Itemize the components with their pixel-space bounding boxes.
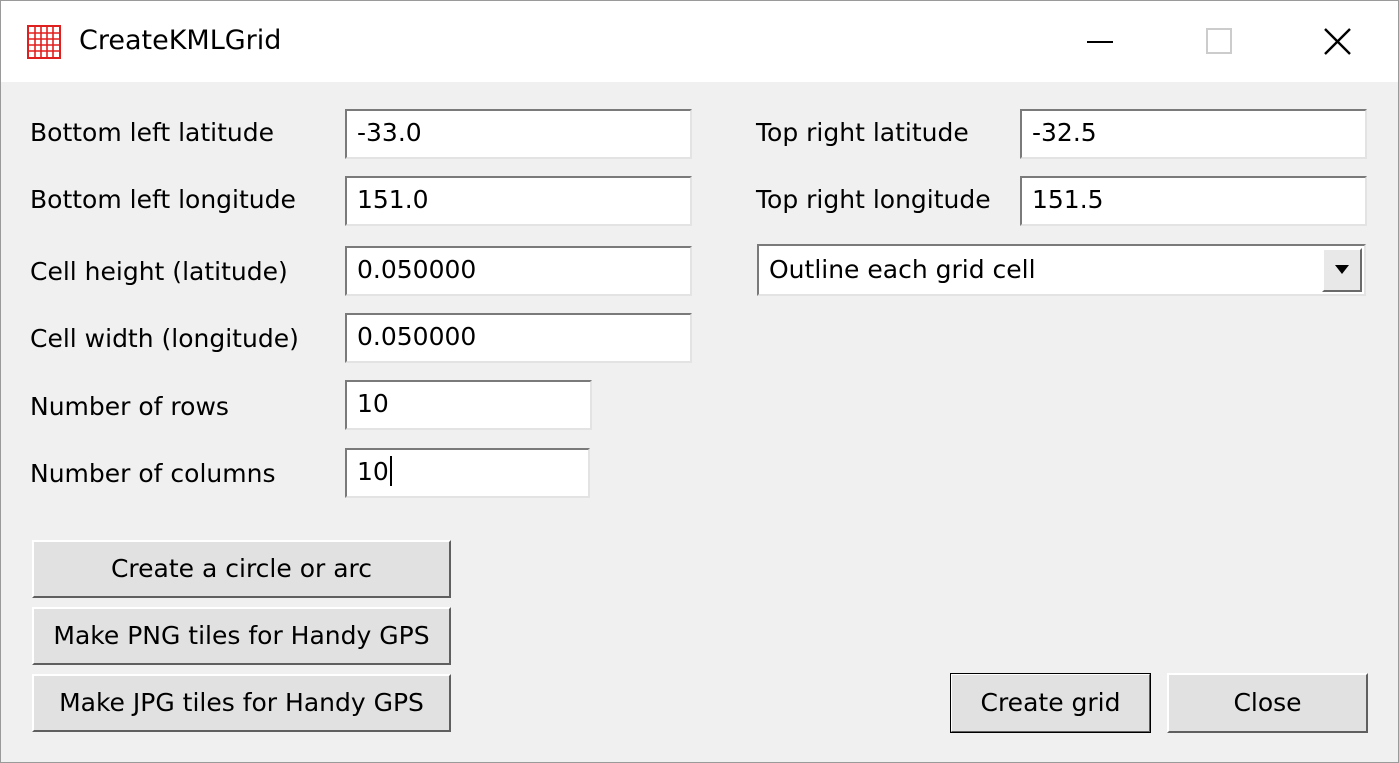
number-of-rows-label: Number of rows <box>30 392 229 421</box>
cell-height-input[interactable]: 0.050000 <box>345 246 692 296</box>
number-of-rows-input[interactable]: 10 <box>345 380 592 430</box>
grid-style-select[interactable]: Outline each grid cell <box>757 244 1366 296</box>
close-label: Close <box>1233 688 1302 717</box>
grid-style-selected: Outline each grid cell <box>769 255 1036 284</box>
bottom-left-latitude-input[interactable]: -33.0 <box>345 109 692 159</box>
number-of-columns-input[interactable]: 10 <box>345 448 590 498</box>
title-bar[interactable]: CreateKMLGrid <box>1 1 1398 82</box>
make-png-tiles-label: Make PNG tiles for Handy GPS <box>53 621 430 650</box>
top-right-longitude-input[interactable]: 151.5 <box>1020 176 1367 226</box>
createkmlgrid-window: CreateKMLGrid Bottom left latitude -33.0… <box>0 0 1399 763</box>
make-jpg-tiles-button[interactable]: Make JPG tiles for Handy GPS <box>32 674 451 732</box>
cell-width-input[interactable]: 0.050000 <box>345 313 692 363</box>
chevron-down-icon <box>1335 265 1349 274</box>
top-right-latitude-input[interactable]: -32.5 <box>1020 109 1367 159</box>
create-circle-arc-button[interactable]: Create a circle or arc <box>32 540 451 598</box>
make-jpg-tiles-label: Make JPG tiles for Handy GPS <box>59 688 424 717</box>
bottom-left-longitude-input[interactable]: 151.0 <box>345 176 692 226</box>
grid-icon <box>27 25 61 59</box>
window-title: CreateKMLGrid <box>79 25 282 56</box>
top-right-longitude-label: Top right longitude <box>756 185 991 214</box>
close-window-button[interactable] <box>1278 1 1398 82</box>
minimize-icon <box>1087 41 1113 43</box>
close-button[interactable]: Close <box>1167 673 1368 733</box>
number-of-columns-label: Number of columns <box>30 459 276 488</box>
maximize-button[interactable] <box>1159 1 1279 82</box>
cell-height-label: Cell height (latitude) <box>30 257 288 286</box>
close-icon <box>1324 28 1351 55</box>
maximize-icon <box>1206 28 1232 54</box>
bottom-left-longitude-label: Bottom left longitude <box>30 185 296 214</box>
bottom-left-latitude-label: Bottom left latitude <box>30 118 274 147</box>
cell-width-label: Cell width (longitude) <box>30 324 299 353</box>
dropdown-button[interactable] <box>1322 248 1362 292</box>
make-png-tiles-button[interactable]: Make PNG tiles for Handy GPS <box>32 607 451 665</box>
minimize-button[interactable] <box>1039 1 1159 82</box>
top-right-latitude-label: Top right latitude <box>756 118 969 147</box>
create-grid-button[interactable]: Create grid <box>950 673 1151 733</box>
create-grid-label: Create grid <box>980 688 1121 717</box>
number-of-columns-value: 10 <box>357 457 389 486</box>
create-circle-arc-label: Create a circle or arc <box>110 554 373 583</box>
text-caret <box>389 456 392 486</box>
